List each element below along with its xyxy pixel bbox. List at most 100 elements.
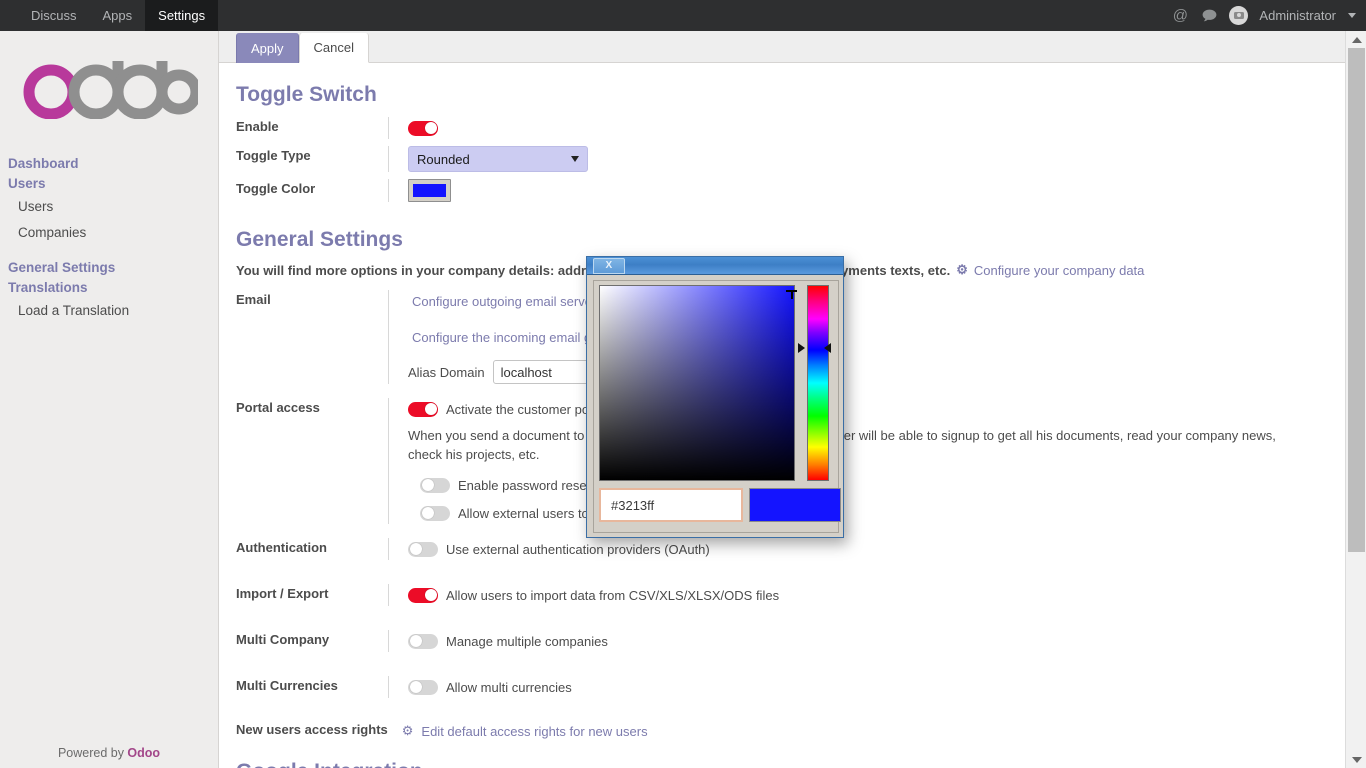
hue-marker-right-icon: [824, 343, 831, 353]
row-import-export: Import / Export Allow users to import da…: [236, 584, 1321, 606]
sidebar-item-dashboard[interactable]: Dashboard: [0, 154, 218, 174]
gears-icon: ⚙: [402, 723, 414, 739]
authentication-toggle-line: Use external authentication providers (O…: [408, 538, 1321, 560]
row-toggle-type: Toggle Type Rounded: [236, 146, 1321, 172]
enable-field-line: [408, 117, 1321, 139]
avatar[interactable]: [1229, 6, 1248, 25]
vertical-scrollbar[interactable]: [1345, 31, 1366, 768]
color-picker-dialog: X #3213ff: [586, 256, 844, 538]
edit-default-access-rights-link[interactable]: Edit default access rights for new users: [421, 724, 647, 739]
at-sign-icon[interactable]: @: [1171, 7, 1189, 25]
allow-external-signup-toggle[interactable]: [420, 506, 450, 521]
enable-toggle[interactable]: [408, 121, 438, 136]
user-menu-label[interactable]: Administrator: [1259, 8, 1336, 23]
sidebar-item-users-header[interactable]: Users: [0, 174, 218, 194]
toggle-color-button[interactable]: [408, 179, 451, 202]
toggle-knob: [410, 543, 422, 555]
import-export-toggle-line: Allow users to import data from CSV/XLS/…: [408, 584, 1321, 606]
toggle-type-select[interactable]: Rounded: [408, 146, 588, 172]
sidebar-item-translations[interactable]: Translations: [0, 278, 218, 298]
sidebar-item-companies[interactable]: Companies: [0, 220, 218, 246]
oauth-toggle[interactable]: [408, 542, 438, 557]
toggle-knob: [425, 403, 437, 415]
powered-by-text: Powered by: [58, 746, 127, 760]
row-new-users-access-rights: New users access rights ⚙ Edit default a…: [236, 720, 1321, 742]
row-multi-currencies: Multi Currencies Allow multi currencies: [236, 676, 1321, 698]
apply-button[interactable]: Apply: [236, 33, 299, 63]
allow-multi-currencies-label: Allow multi currencies: [446, 680, 572, 695]
sidebar-item-users[interactable]: Users: [0, 194, 218, 220]
toggle-switch-section-title: Toggle Switch: [236, 83, 1321, 107]
row-fields-toggle-type: Rounded: [388, 146, 1321, 172]
control-panel: Apply Cancel: [219, 31, 1345, 63]
row-fields-import-export: Allow users to import data from CSV/XLS/…: [388, 584, 1321, 606]
menu-item-discuss[interactable]: Discuss: [18, 0, 90, 31]
activate-customer-portal-toggle[interactable]: [408, 402, 438, 417]
outgoing-email-line: Configure outgoing email servers: [408, 290, 1321, 312]
toggle-knob: [422, 479, 434, 491]
toggle-knob: [425, 122, 437, 134]
toggle-type-field-line: Rounded: [408, 146, 1321, 172]
enable-password-reset-toggle[interactable]: [420, 478, 450, 493]
incoming-email-line: Configure the incoming email gateway: [408, 326, 1321, 348]
row-fields-portal-access: Activate the customer portal When you se…: [388, 398, 1321, 524]
row-label-toggle-type: Toggle Type: [236, 146, 388, 172]
configure-company-data-link[interactable]: Configure your company data: [974, 263, 1145, 278]
access-rights-line: ⚙ Edit default access rights for new use…: [402, 720, 1321, 742]
chevron-down-icon[interactable]: [1348, 13, 1356, 18]
row-fields-enable: [388, 117, 1321, 139]
close-icon[interactable]: X: [593, 258, 625, 274]
scroll-up-button[interactable]: [1346, 31, 1366, 48]
color-preview-swatch: [749, 488, 841, 522]
row-label-multi-currencies: Multi Currencies: [236, 676, 388, 698]
chat-bubble-icon[interactable]: [1200, 7, 1218, 25]
manage-multiple-companies-toggle[interactable]: [408, 634, 438, 649]
row-label-authentication: Authentication: [236, 538, 388, 560]
odoo-logo[interactable]: [0, 57, 218, 121]
row-fields-toggle-color: [388, 179, 1321, 202]
sidebar-item-general-settings[interactable]: General Settings: [0, 258, 218, 278]
color-picker-body: #3213ff: [593, 280, 839, 533]
menu-item-apps[interactable]: Apps: [90, 0, 146, 31]
menu-item-settings[interactable]: Settings: [145, 0, 218, 31]
row-label-enable: Enable: [236, 117, 388, 139]
hex-color-input[interactable]: #3213ff: [599, 488, 743, 522]
google-integration-section-title: Google Integration: [236, 760, 1321, 768]
sidebar-item-load-a-translation[interactable]: Load a Translation: [0, 298, 218, 324]
toggle-knob: [410, 681, 422, 693]
multi-currencies-toggle-line: Allow multi currencies: [408, 676, 1321, 698]
manage-multiple-companies-label: Manage multiple companies: [446, 634, 608, 649]
topbar-right-group: @ Administrator: [1171, 0, 1366, 31]
scroll-down-button[interactable]: [1346, 751, 1366, 768]
odoo-brand-link[interactable]: Odoo: [127, 746, 160, 760]
row-fields-multi-currencies: Allow multi currencies: [388, 676, 1321, 698]
allow-import-toggle[interactable]: [408, 588, 438, 603]
hue-slider[interactable]: [807, 285, 829, 481]
top-navbar: Discuss Apps Settings @ Administrator: [0, 0, 1366, 31]
saturation-value-square[interactable]: [599, 285, 795, 481]
sidebar-divider: [0, 246, 218, 258]
cancel-button[interactable]: Cancel: [299, 33, 369, 63]
activate-customer-portal-label: Activate the customer portal: [446, 402, 607, 417]
saturation-value-cursor: [786, 288, 797, 299]
row-fields-email: Configure outgoing email servers Configu…: [388, 290, 1321, 384]
sidebar-nav: Dashboard Users Users Companies General …: [0, 154, 218, 324]
color-picker-titlebar[interactable]: X: [587, 257, 843, 275]
scrollbar-thumb[interactable]: [1348, 48, 1365, 552]
password-reset-line: Enable password reset from Login page: [408, 474, 1321, 496]
portal-access-help-text: When you send a document to a customer (…: [408, 426, 1288, 464]
row-label-new-users-access-rights: New users access rights: [236, 720, 402, 742]
general-settings-section-title: General Settings: [236, 228, 1321, 252]
chevron-down-icon: [1352, 757, 1362, 763]
row-fields-authentication: Use external authentication providers (O…: [388, 538, 1321, 560]
row-fields-new-users-access-rights: ⚙ Edit default access rights for new use…: [402, 720, 1321, 742]
row-label-portal-access: Portal access: [236, 398, 388, 524]
allow-multi-currencies-toggle[interactable]: [408, 680, 438, 695]
portal-access-toggle-line: Activate the customer portal: [408, 398, 1321, 420]
row-label-import-export: Import / Export: [236, 584, 388, 606]
configure-outgoing-email-servers-link[interactable]: Configure outgoing email servers: [412, 294, 603, 309]
oauth-label: Use external authentication providers (O…: [446, 542, 710, 557]
row-label-toggle-color: Toggle Color: [236, 179, 388, 202]
row-multi-company: Multi Company Manage multiple companies: [236, 630, 1321, 652]
toggle-knob: [410, 635, 422, 647]
